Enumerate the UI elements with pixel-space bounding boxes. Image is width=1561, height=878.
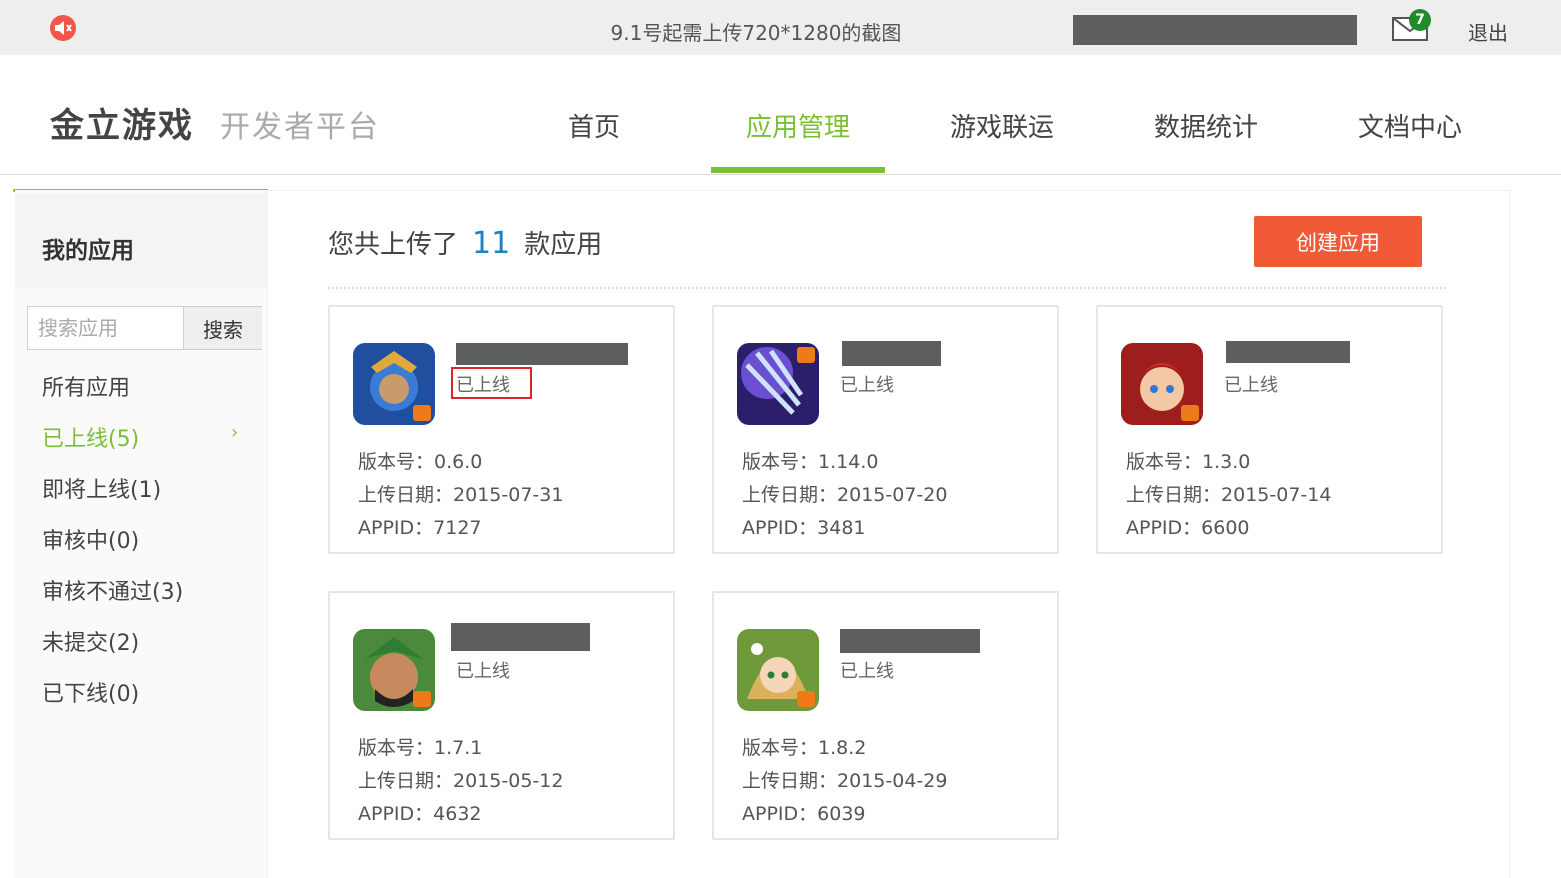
search-input[interactable] <box>28 307 183 349</box>
redacted-username <box>1073 15 1357 45</box>
sidebar-title: 我的应用 <box>42 238 134 264</box>
nav-statistics[interactable]: 数据统计 <box>1119 107 1293 144</box>
app-id: APPID：4632 <box>358 803 482 825</box>
app-upload-date: 上传日期：2015-05-12 <box>358 770 564 792</box>
app-status: 已上线 <box>456 661 510 682</box>
app-upload-date: 上传日期：2015-07-20 <box>742 484 948 506</box>
app-card[interactable]: 已上线 版本号：1.3.0 上传日期：2015-07-14 APPID：6600 <box>1096 305 1443 554</box>
logout-link[interactable]: 退出 <box>1468 17 1508 46</box>
fairy-game-icon[interactable] <box>737 629 819 711</box>
app-id: APPID：6600 <box>1126 517 1250 539</box>
app-version: 版本号：1.8.2 <box>742 737 867 759</box>
trident-game-icon[interactable] <box>737 343 819 425</box>
redacted-app-name <box>840 629 980 653</box>
nav-app-management[interactable]: 应用管理 <box>711 107 885 144</box>
sidebar-item-upcoming[interactable]: 即将上线(1) <box>42 472 161 504</box>
app-id: APPID：7127 <box>358 517 482 539</box>
sidebar-item-offline[interactable]: 已下线(0) <box>42 676 139 708</box>
upload-summary: 您共上传了 11 款应用 <box>328 224 602 261</box>
general-game-icon[interactable] <box>353 629 435 711</box>
app-status: 已上线 <box>840 375 894 396</box>
app-upload-date: 上传日期：2015-04-29 <box>742 770 948 792</box>
summary-prefix: 您共上传了 <box>328 230 459 260</box>
app-count: 11 <box>472 226 511 261</box>
app-card[interactable]: 已上线 版本号：1.14.0 上传日期：2015-07-20 APPID：348… <box>712 305 1059 554</box>
chevron-right-icon: › <box>231 422 239 443</box>
app-card[interactable]: 已上线 版本号：1.7.1 上传日期：2015-05-12 APPID：4632 <box>328 591 675 840</box>
app-version: 版本号：0.6.0 <box>358 451 483 473</box>
sidebar: 我的应用 搜索 所有应用 已上线(5) › 即将上线(1) 审核中(0) 审核不… <box>15 190 268 878</box>
main-header: 金立游戏 开发者平台 首页 应用管理 游戏联运 数据统计 文档中心 <box>0 55 1561 175</box>
sidebar-item-rejected[interactable]: 审核不通过(3) <box>42 574 183 606</box>
app-version: 版本号：1.3.0 <box>1126 451 1251 473</box>
redacted-app-name <box>451 623 590 651</box>
active-nav-underline <box>711 167 885 173</box>
app-id: APPID：6039 <box>742 803 866 825</box>
app-status: 已上线 <box>1224 375 1278 396</box>
top-notice-bar: 9.1号起需上传720*1280的截图 7 退出 <box>0 0 1561 55</box>
search-button[interactable]: 搜索 <box>183 307 262 349</box>
app-status: 已上线 <box>840 661 894 682</box>
sidebar-header: 我的应用 <box>15 193 268 288</box>
summary-suffix: 款应用 <box>524 230 603 260</box>
main-content: 您共上传了 11 款应用 创建应用 已上线 版本号：0.6.0 上传日期：2015-… <box>268 190 1510 878</box>
sidebar-item-online[interactable]: 已上线(5) <box>42 421 139 453</box>
app-card[interactable]: 已上线 版本号：0.6.0 上传日期：2015-07-31 APPID：7127 <box>328 305 675 554</box>
app-upload-date: 上传日期：2015-07-31 <box>358 484 564 506</box>
create-app-button[interactable]: 创建应用 <box>1254 216 1422 267</box>
app-card[interactable]: 已上线 版本号：1.8.2 上传日期：2015-04-29 APPID：6039 <box>712 591 1059 840</box>
logo-subtitle: 开发者平台 <box>220 110 380 145</box>
search-box: 搜索 <box>27 306 262 350</box>
nav-game-operation[interactable]: 游戏联运 <box>915 107 1089 144</box>
redacted-app-name <box>1226 341 1350 363</box>
app-id: APPID：3481 <box>742 517 866 539</box>
nav-home[interactable]: 首页 <box>507 107 681 144</box>
mail-count-badge: 7 <box>1409 9 1431 31</box>
sidebar-item-reviewing[interactable]: 审核中(0) <box>42 523 139 555</box>
app-version: 版本号：1.14.0 <box>742 451 879 473</box>
app-upload-date: 上传日期：2015-07-14 <box>1126 484 1332 506</box>
sidebar-item-all[interactable]: 所有应用 <box>42 370 130 402</box>
redacted-app-name <box>842 341 941 366</box>
heroine-game-icon[interactable] <box>1121 343 1203 425</box>
sidebar-item-unsubmitted[interactable]: 未提交(2) <box>42 625 139 657</box>
status-highlight-box <box>451 367 532 399</box>
app-version: 版本号：1.7.1 <box>358 737 483 759</box>
divider <box>328 287 1446 289</box>
nav-docs[interactable]: 文档中心 <box>1323 107 1497 144</box>
site-logo[interactable]: 金立游戏 <box>50 98 194 147</box>
warrior-game-icon[interactable] <box>353 343 435 425</box>
redacted-app-name <box>456 343 628 365</box>
